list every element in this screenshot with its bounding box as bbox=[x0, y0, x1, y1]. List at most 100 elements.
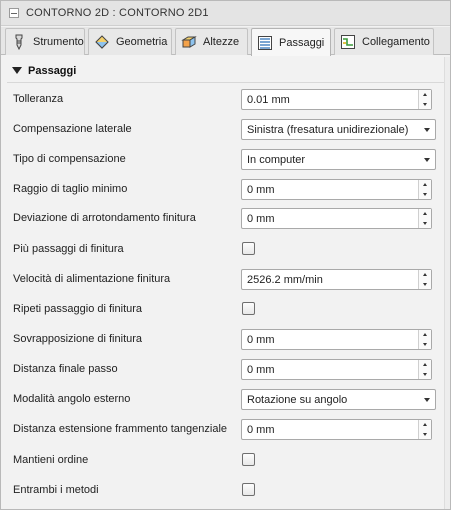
sovrapposizione-input[interactable]: 0 mm bbox=[241, 329, 432, 350]
chevron-down-icon bbox=[424, 398, 430, 402]
modalita-angolo-select[interactable]: Rotazione su angolo bbox=[241, 389, 436, 410]
row-mantieni-ordine: Mantieni ordine bbox=[13, 450, 437, 472]
spin-up-icon[interactable] bbox=[419, 209, 431, 219]
distanza-estensione-input[interactable]: 0 mm bbox=[241, 419, 432, 440]
row-sovrapposizione: Sovrapposizione di finitura 0 mm bbox=[13, 329, 437, 351]
row-modalita-angolo: Modalità angolo esterno Rotazione su ang… bbox=[13, 389, 437, 411]
tab-geometria-label: Geometria bbox=[116, 36, 168, 48]
spin-up-icon[interactable] bbox=[419, 420, 431, 430]
tolleranza-value: 0.01 mm bbox=[247, 93, 290, 106]
chevron-down-icon bbox=[424, 128, 430, 132]
operation-dialog: CONTORNO 2D : CONTORNO 2D1 Strumento Geo… bbox=[0, 0, 451, 510]
sovrapposizione-value: 0 mm bbox=[247, 333, 275, 346]
tolleranza-spinner[interactable] bbox=[418, 90, 431, 109]
row-compensazione-laterale: Compensazione laterale Sinistra (fresatu… bbox=[13, 119, 437, 141]
linking-icon bbox=[339, 33, 357, 51]
row-distanza-estensione: Distanza estensione frammento tangenzial… bbox=[13, 419, 437, 441]
compensazione-laterale-value: Sinistra (fresatura unidirezionale) bbox=[247, 123, 409, 136]
spin-up-icon[interactable] bbox=[419, 360, 431, 370]
modalita-angolo-label: Modalità angolo esterno bbox=[13, 393, 131, 405]
ripeti-passaggio-label: Ripeti passaggio di finitura bbox=[13, 303, 143, 315]
distanza-estensione-spinner[interactable] bbox=[418, 420, 431, 439]
velocita-label: Velocità di alimentazione finitura bbox=[13, 273, 171, 285]
tab-collegamento[interactable]: Collegamento bbox=[334, 28, 434, 55]
tab-strumento[interactable]: Strumento bbox=[5, 28, 85, 55]
raggio-taglio-value: 0 mm bbox=[247, 183, 275, 196]
row-entrambi-metodi: Entrambi i metodi bbox=[13, 480, 437, 502]
velocita-spinner[interactable] bbox=[418, 270, 431, 289]
row-tolleranza: Tolleranza 0.01 mm bbox=[13, 89, 437, 111]
tipo-compensazione-select[interactable]: In computer bbox=[241, 149, 436, 170]
spin-down-icon[interactable] bbox=[419, 219, 431, 229]
mantieni-ordine-checkbox[interactable] bbox=[242, 453, 255, 466]
velocita-value: 2526.2 mm/min bbox=[247, 273, 323, 286]
row-piu-passaggi: Più passaggi di finitura bbox=[13, 239, 437, 261]
spin-down-icon[interactable] bbox=[419, 100, 431, 110]
tab-geometria[interactable]: Geometria bbox=[88, 28, 172, 55]
spin-up-icon[interactable] bbox=[419, 180, 431, 190]
tab-altezze[interactable]: Altezze bbox=[175, 28, 248, 55]
sovrapposizione-label: Sovrapposizione di finitura bbox=[13, 333, 143, 345]
collapse-icon[interactable] bbox=[9, 8, 19, 18]
distanza-finale-spinner[interactable] bbox=[418, 360, 431, 379]
tab-passaggi[interactable]: Passaggi bbox=[251, 28, 331, 56]
spin-up-icon[interactable] bbox=[419, 90, 431, 100]
tab-altezze-label: Altezze bbox=[203, 36, 240, 48]
spin-down-icon[interactable] bbox=[419, 370, 431, 380]
row-ripeti-passaggio: Ripeti passaggio di finitura bbox=[13, 299, 437, 321]
ripeti-passaggio-checkbox[interactable] bbox=[242, 302, 255, 315]
geometry-icon bbox=[93, 33, 111, 51]
tab-passaggi-label: Passaggi bbox=[279, 36, 325, 49]
deviazione-input[interactable]: 0 mm bbox=[241, 208, 432, 229]
tipo-compensazione-label: Tipo di compensazione bbox=[13, 153, 126, 165]
spin-down-icon[interactable] bbox=[419, 340, 431, 350]
passes-icon bbox=[256, 34, 274, 52]
panel-scrollbar[interactable] bbox=[444, 57, 450, 509]
chevron-down-icon bbox=[424, 158, 430, 162]
raggio-taglio-input[interactable]: 0 mm bbox=[241, 179, 432, 200]
compensazione-laterale-label: Compensazione laterale bbox=[13, 123, 132, 135]
tool-icon bbox=[10, 33, 28, 51]
distanza-estensione-label: Distanza estensione frammento tangenzial… bbox=[13, 423, 228, 435]
expand-triangle-icon[interactable] bbox=[12, 67, 22, 74]
tab-collegamento-label: Collegamento bbox=[362, 36, 430, 48]
compensazione-laterale-select[interactable]: Sinistra (fresatura unidirezionale) bbox=[241, 119, 436, 140]
section-title: Passaggi bbox=[28, 64, 77, 77]
sovrapposizione-spinner[interactable] bbox=[418, 330, 431, 349]
row-raggio-taglio: Raggio di taglio minimo 0 mm bbox=[13, 179, 437, 201]
deviazione-value: 0 mm bbox=[247, 212, 275, 225]
velocita-input[interactable]: 2526.2 mm/min bbox=[241, 269, 432, 290]
tolleranza-input[interactable]: 0.01 mm bbox=[241, 89, 432, 110]
row-tipo-compensazione: Tipo di compensazione In computer bbox=[13, 149, 437, 171]
distanza-finale-input[interactable]: 0 mm bbox=[241, 359, 432, 380]
entrambi-metodi-checkbox[interactable] bbox=[242, 483, 255, 496]
modalita-angolo-value: Rotazione su angolo bbox=[247, 393, 348, 406]
row-distanza-finale: Distanza finale passo 0 mm bbox=[13, 359, 437, 381]
spin-down-icon[interactable] bbox=[419, 430, 431, 440]
row-velocita: Velocità di alimentazione finitura 2526.… bbox=[13, 269, 437, 291]
spin-down-icon[interactable] bbox=[419, 280, 431, 290]
entrambi-metodi-label: Entrambi i metodi bbox=[13, 484, 99, 496]
deviazione-label: Deviazione di arrotondamento finitura bbox=[13, 212, 196, 224]
tab-bar: Strumento Geometria Altezze Passaggi Col… bbox=[1, 27, 450, 56]
spin-down-icon[interactable] bbox=[419, 190, 431, 200]
distanza-estensione-value: 0 mm bbox=[247, 423, 275, 436]
tolleranza-label: Tolleranza bbox=[13, 93, 64, 105]
section-header[interactable]: Passaggi bbox=[7, 59, 444, 83]
tipo-compensazione-value: In computer bbox=[247, 153, 306, 166]
piu-passaggi-checkbox[interactable] bbox=[242, 242, 255, 255]
dialog-titlebar: CONTORNO 2D : CONTORNO 2D1 bbox=[1, 1, 450, 26]
deviazione-spinner[interactable] bbox=[418, 209, 431, 228]
tab-strumento-label: Strumento bbox=[33, 36, 84, 48]
dialog-title: CONTORNO 2D : CONTORNO 2D1 bbox=[26, 7, 209, 19]
distanza-finale-label: Distanza finale passo bbox=[13, 363, 118, 375]
raggio-taglio-label: Raggio di taglio minimo bbox=[13, 183, 128, 195]
piu-passaggi-label: Più passaggi di finitura bbox=[13, 243, 124, 255]
heights-icon bbox=[180, 33, 198, 51]
row-deviazione: Deviazione di arrotondamento finitura 0 … bbox=[13, 208, 437, 230]
mantieni-ordine-label: Mantieni ordine bbox=[13, 454, 89, 466]
raggio-taglio-spinner[interactable] bbox=[418, 180, 431, 199]
spin-up-icon[interactable] bbox=[419, 270, 431, 280]
distanza-finale-value: 0 mm bbox=[247, 363, 275, 376]
spin-up-icon[interactable] bbox=[419, 330, 431, 340]
